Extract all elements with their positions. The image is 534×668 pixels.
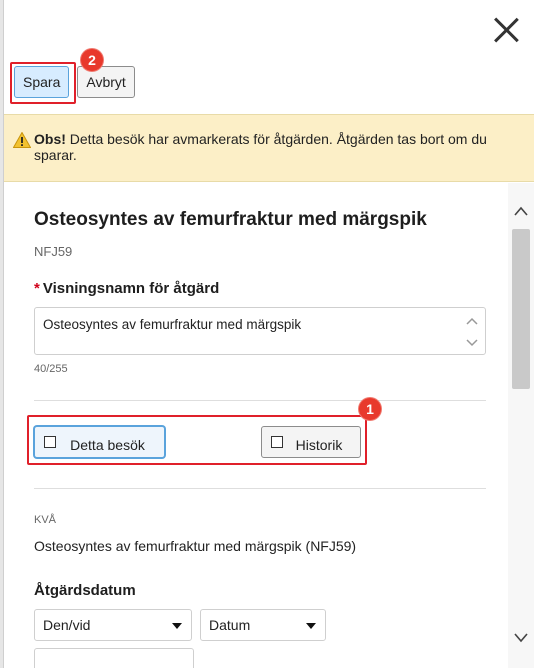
date-qualifier-value: Den/vid xyxy=(43,617,91,633)
procedure-date-label: Åtgärdsdatum xyxy=(34,582,136,599)
procedure-code: NFJ59 xyxy=(34,244,73,259)
scroll-thumb[interactable] xyxy=(512,229,530,389)
annotation-badge-1: 1 xyxy=(359,398,381,420)
date-type-value: Datum xyxy=(209,617,251,633)
toolbar: Spara Avbryt xyxy=(14,66,135,98)
date-type-select[interactable]: Datum xyxy=(200,609,326,641)
dropdown-caret-icon xyxy=(306,623,316,629)
checkbox-icon xyxy=(44,436,56,448)
divider xyxy=(34,488,486,489)
required-mark: * xyxy=(34,280,40,297)
warning-strong: Obs! xyxy=(34,131,66,147)
close-icon[interactable] xyxy=(492,16,520,44)
procedure-title: Osteosyntes av femurfraktur med märgspik xyxy=(34,209,427,230)
toggle-this-visit-label: Detta besök xyxy=(70,437,145,453)
display-name-value: Osteosyntes av femurfraktur med märgspik xyxy=(43,317,302,332)
panel-scrollbar[interactable] xyxy=(508,183,534,668)
chevron-down-icon[interactable] xyxy=(514,630,528,644)
date-qualifier-select[interactable]: Den/vid xyxy=(34,609,192,641)
cancel-button[interactable]: Avbryt xyxy=(77,66,135,98)
dropdown-caret-icon xyxy=(172,623,182,629)
display-name-field[interactable]: Osteosyntes av femurfraktur med märgspik xyxy=(34,307,486,355)
kva-label: KVÅ xyxy=(34,514,57,526)
annotation-badge-2: 2 xyxy=(81,49,103,71)
checkbox-icon xyxy=(271,436,283,448)
warning-text: Detta besök har avmarkerats för åtgärden… xyxy=(34,131,487,163)
textarea-scroll-arrows-icon[interactable] xyxy=(465,314,479,350)
warning-icon xyxy=(13,132,31,148)
display-name-label: * Visningsnamn för åtgärd xyxy=(34,280,219,297)
divider xyxy=(34,400,486,401)
save-button[interactable]: Spara xyxy=(14,66,70,98)
procedure-panel: Osteosyntes av femurfraktur med märgspik… xyxy=(4,183,534,668)
toggle-history[interactable]: Historik xyxy=(261,426,361,458)
warning-banner: Obs! Detta besök har avmarkerats för åtg… xyxy=(4,114,534,182)
chevron-up-icon[interactable] xyxy=(514,205,528,219)
display-name-label-text: Visningsnamn för åtgärd xyxy=(42,280,220,297)
kva-value: Osteosyntes av femurfraktur med märgspik… xyxy=(34,538,357,554)
toggle-history-label: Historik xyxy=(295,437,343,453)
toggle-this-visit[interactable]: Detta besök xyxy=(34,426,165,458)
date-input[interactable] xyxy=(34,648,194,668)
character-counter: 40/255 xyxy=(34,363,68,375)
